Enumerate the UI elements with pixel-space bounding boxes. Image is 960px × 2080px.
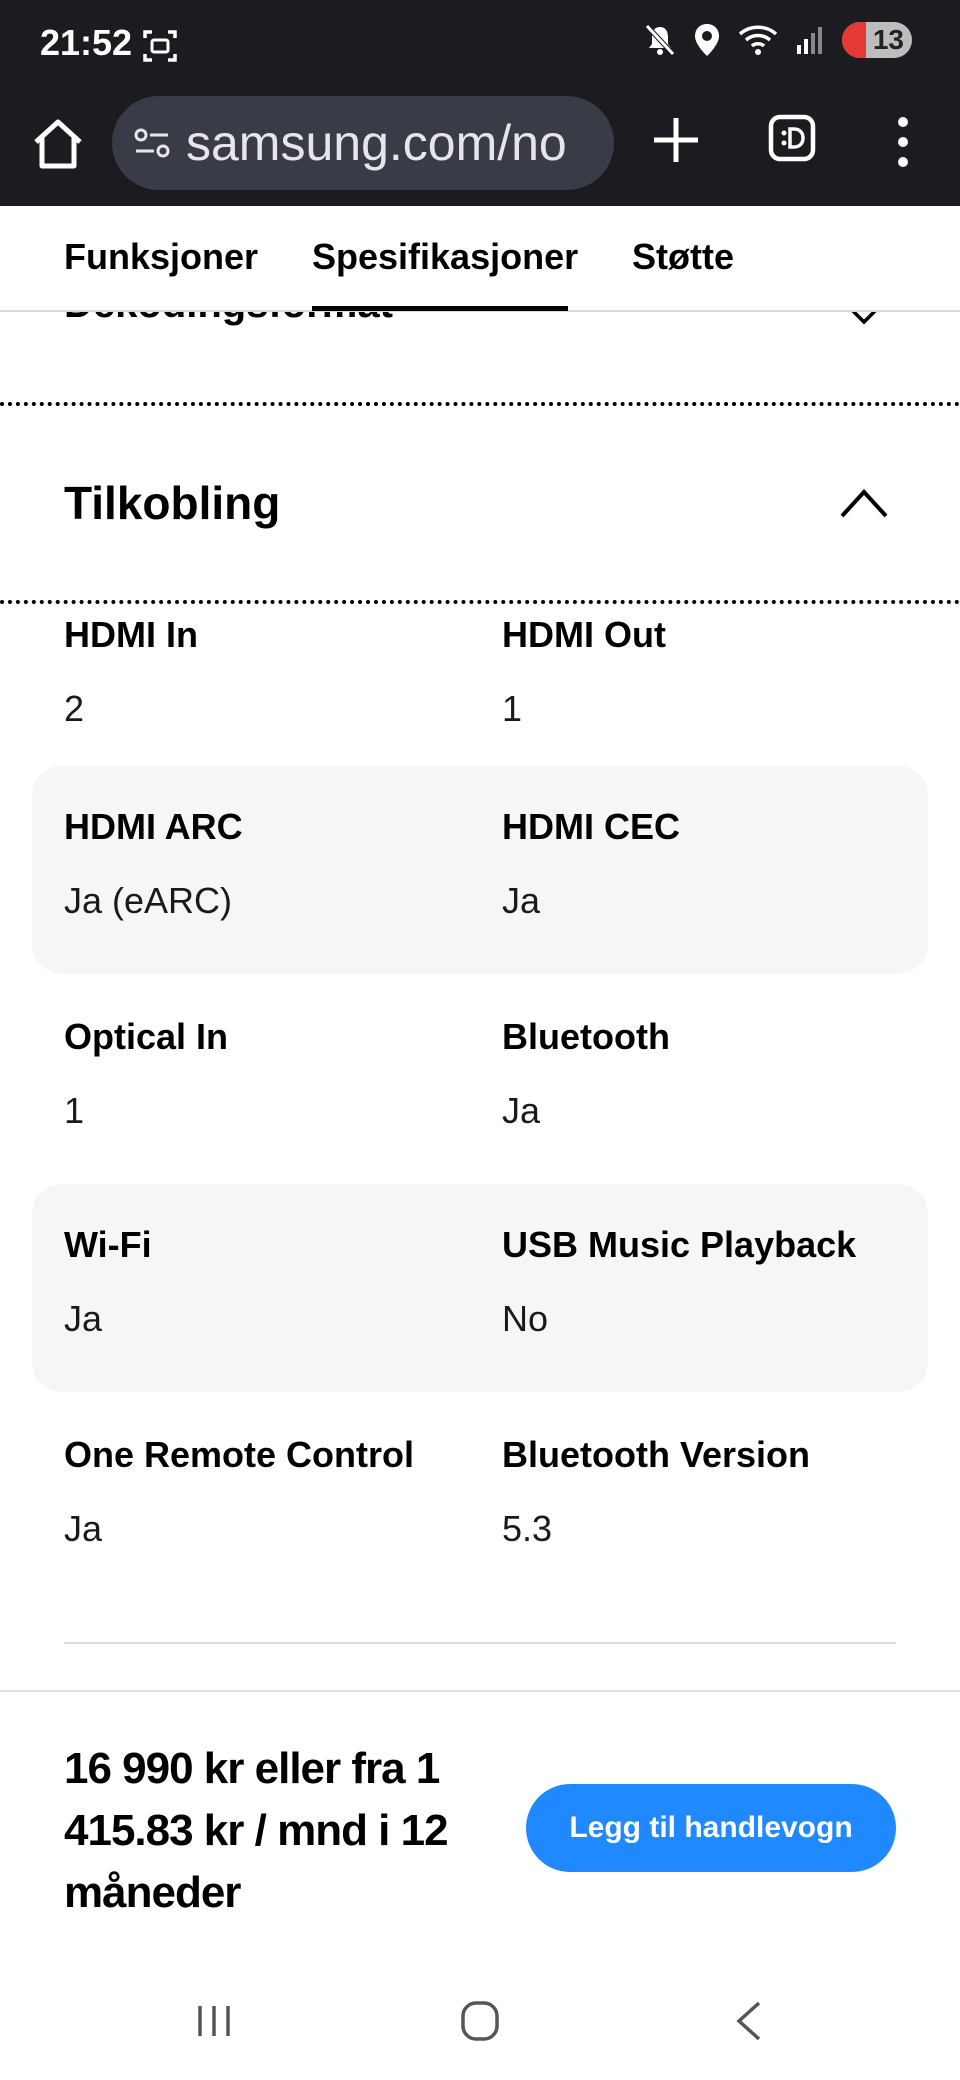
spec-value: Ja [502, 1090, 541, 1131]
spec-value: Ja [64, 1298, 103, 1339]
chevron-up-icon[interactable] [840, 488, 888, 518]
spec-label: USB Music Playback [502, 1224, 857, 1265]
spec-value: Ja [502, 880, 541, 921]
spec-row: Optical In 1 Bluetooth Ja [32, 976, 928, 1184]
spec-value: Ja (eARC) [64, 880, 233, 921]
spec-row: HDMI In 2 HDMI Out 1 [32, 584, 928, 792]
spec-value: 1 [64, 1090, 85, 1131]
tab-stotte[interactable]: Støtte [632, 236, 734, 278]
status-time: 21:52 [40, 22, 133, 63]
url-text: samsung.com/no [186, 115, 567, 171]
spec-content: Dekodingsformat Tilkobling HDMI In 2 HDM… [0, 312, 960, 1690]
site-settings-icon[interactable] [132, 123, 172, 163]
back-icon[interactable] [734, 2000, 762, 2042]
spec-label: HDMI In [64, 614, 198, 655]
home-circle-icon[interactable] [460, 2000, 500, 2042]
purchase-bar: 16 990 kr eller fra 1 415.83 kr / mnd i … [0, 1690, 960, 1950]
spec-label: HDMI ARC [64, 806, 243, 847]
mute-icon [645, 24, 675, 56]
page-tabs: Funksjoner Spesifikasjoner Støtte [0, 206, 960, 312]
spec-label: HDMI CEC [502, 806, 680, 847]
system-nav-bar [0, 1950, 960, 2080]
location-icon [695, 24, 719, 56]
browser-toolbar: samsung.com/no [0, 90, 960, 206]
status-bar: 21:52 13 [0, 0, 960, 90]
spec-row: One Remote Control Ja Bluetooth Version … [32, 1394, 928, 1602]
spec-row: HDMI ARC Ja (eARC) HDMI CEC Ja [32, 766, 928, 974]
spec-label: Bluetooth Version [502, 1434, 811, 1475]
new-tab-icon[interactable] [650, 114, 702, 166]
address-bar[interactable]: samsung.com/no [112, 96, 614, 190]
price-text: 16 990 kr eller fra 1 415.83 kr / mnd i … [64, 1744, 449, 1917]
battery-icon: 13 [842, 22, 912, 58]
chevron-down-icon[interactable] [848, 312, 880, 326]
spec-value: 1 [502, 688, 523, 729]
active-tab-indicator [312, 306, 568, 311]
home-icon[interactable] [28, 114, 88, 174]
section-divider [0, 402, 960, 406]
battery-level: 13 [872, 24, 904, 55]
recent-apps-icon[interactable] [194, 2004, 234, 2038]
spec-value: No [502, 1298, 549, 1339]
tab-switcher-icon[interactable] [768, 114, 816, 162]
tab-spesifikasjoner[interactable]: Spesifikasjoner [312, 236, 578, 278]
signal-icon [797, 27, 822, 54]
screenshot-icon [143, 30, 177, 62]
add-to-cart-button[interactable]: Legg til handlevogn [526, 1784, 896, 1872]
spec-label: Optical In [64, 1016, 229, 1057]
spec-value: Ja [64, 1508, 103, 1549]
spec-value: 2 [64, 688, 85, 729]
wifi-icon [738, 25, 778, 55]
tab-funksjoner[interactable]: Funksjoner [64, 236, 258, 278]
previous-section-title[interactable]: Dekodingsformat [64, 312, 393, 327]
spec-row: Wi-Fi Ja USB Music Playback No [32, 1184, 928, 1392]
spec-label: Bluetooth [502, 1016, 670, 1057]
spec-label: Wi-Fi [64, 1224, 152, 1265]
spec-label: One Remote Control [64, 1434, 415, 1475]
spec-label: HDMI Out [502, 614, 666, 655]
content-divider [64, 1642, 896, 1644]
spec-value: 5.3 [502, 1508, 553, 1549]
more-menu-icon[interactable] [888, 114, 918, 170]
section-title[interactable]: Tilkobling [64, 476, 280, 530]
